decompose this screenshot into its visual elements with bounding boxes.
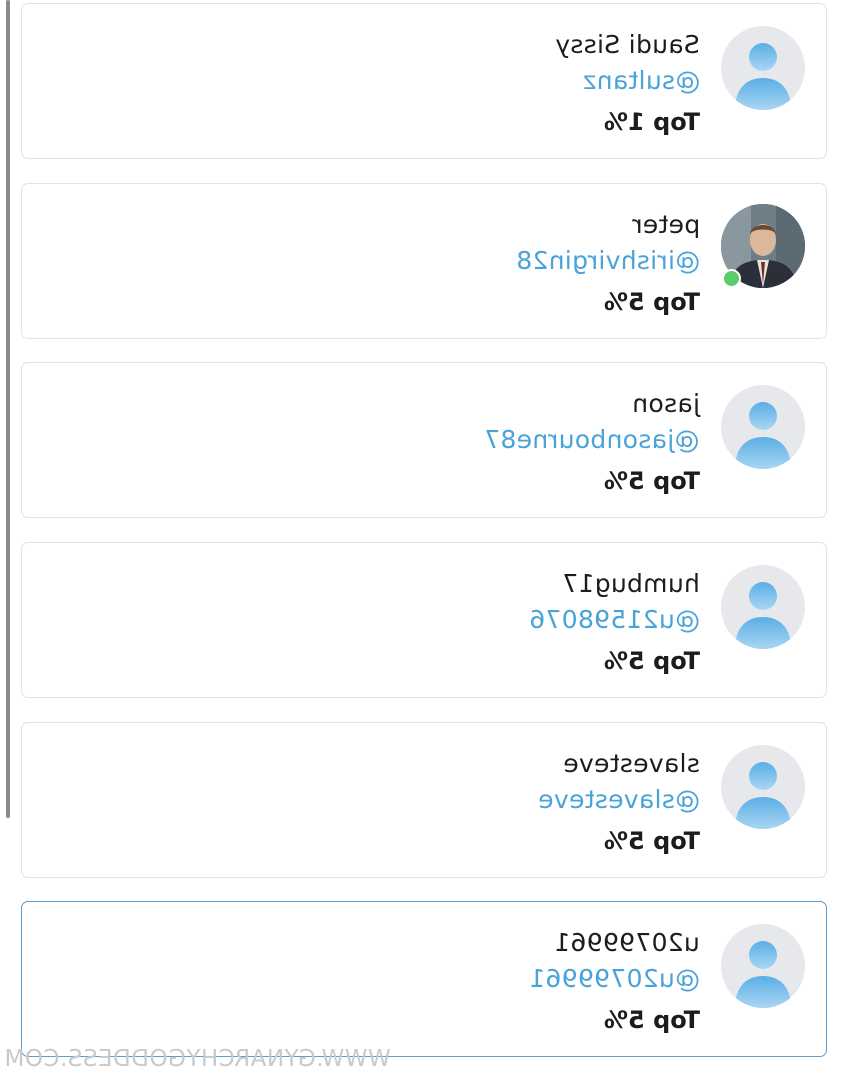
user-handle[interactable]: @irishvirgin28 [516, 246, 700, 275]
user-rank-badge: Top 5% [604, 827, 700, 855]
user-info: u20799961 @u20799961 Top 5% [60, 902, 700, 1056]
user-handle[interactable]: @slavesteve [538, 785, 700, 814]
default-avatar-icon[interactable] [721, 565, 805, 649]
user-info: slavesteve @slavesteve Top 5% [60, 723, 700, 877]
user-info: humbug17 @u21598076 Top 5% [60, 543, 700, 697]
default-avatar-icon[interactable] [721, 385, 805, 469]
user-handle[interactable]: @jasonbourne87 [484, 425, 700, 454]
user-rank-badge: Top 5% [604, 647, 700, 675]
user-card[interactable]: humbug17 @u21598076 Top 5% [21, 542, 827, 698]
user-list-page: Saudi Sissy @sultanz Top 1% peter @irish… [0, 0, 849, 1079]
user-handle[interactable]: @u20799961 [529, 964, 700, 993]
user-handle[interactable]: @sultanz [583, 66, 700, 95]
default-avatar-icon[interactable] [721, 26, 805, 110]
user-name[interactable]: jason [632, 389, 700, 418]
user-rank-badge: Top 5% [604, 288, 700, 316]
watermark-text: WWW.GYNARCHYGODDESS.COM [4, 1046, 391, 1072]
user-handle[interactable]: @u21598076 [529, 605, 700, 634]
online-status-indicator [722, 269, 741, 288]
user-name[interactable]: slavesteve [563, 749, 700, 778]
user-rank-badge: Top 5% [604, 467, 700, 495]
user-rank-badge: Top 5% [604, 1006, 700, 1034]
user-name[interactable]: u20799961 [554, 928, 700, 957]
user-name[interactable]: peter [632, 210, 700, 239]
user-name[interactable]: humbug17 [562, 569, 700, 598]
user-card[interactable]: jason @jasonbourne87 Top 5% [21, 362, 827, 518]
user-rank-badge: Top 1% [604, 108, 700, 136]
default-avatar-icon[interactable] [721, 745, 805, 829]
user-name[interactable]: Saudi Sissy [555, 30, 700, 59]
default-avatar-icon[interactable] [721, 924, 805, 1008]
user-card-selected[interactable]: u20799961 @u20799961 Top 5% [21, 901, 827, 1057]
user-card[interactable]: peter @irishvirgin28 Top 5% [21, 183, 827, 339]
user-info: jason @jasonbourne87 Top 5% [60, 363, 700, 517]
user-info: peter @irishvirgin28 Top 5% [60, 184, 700, 338]
user-info: Saudi Sissy @sultanz Top 1% [60, 4, 700, 158]
user-card[interactable]: slavesteve @slavesteve Top 5% [21, 722, 827, 878]
scrollbar[interactable] [6, 0, 10, 818]
user-card[interactable]: Saudi Sissy @sultanz Top 1% [21, 3, 827, 159]
